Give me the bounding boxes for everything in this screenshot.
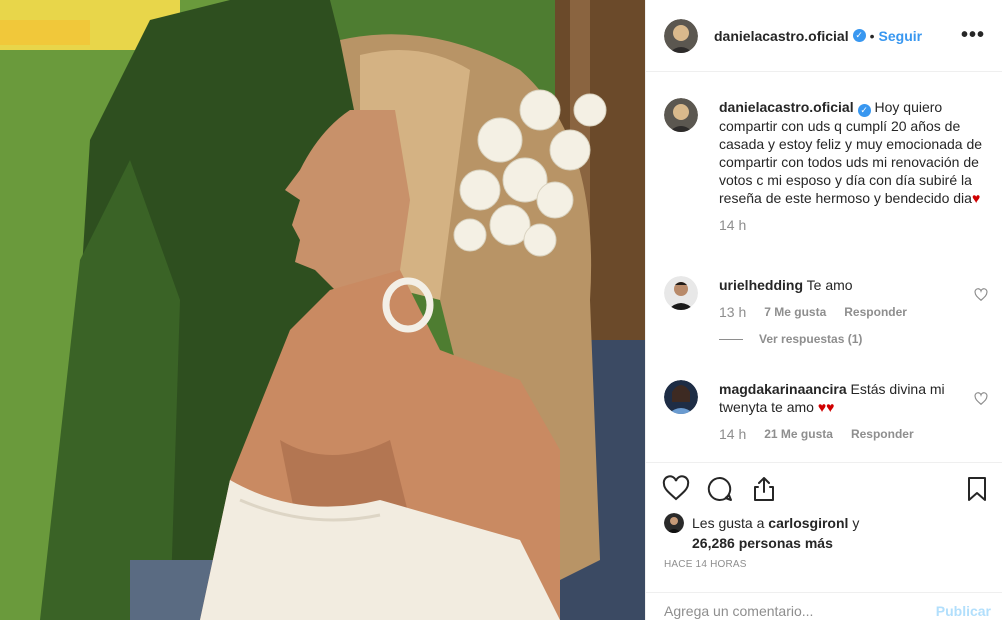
liker-username[interactable]: carlosgironl [768, 515, 848, 531]
comment-likes[interactable]: 7 Me gusta [764, 305, 826, 319]
caption-username[interactable]: danielacastro.oficial [719, 99, 854, 115]
follow-button[interactable]: Seguir [879, 28, 923, 44]
caption-meta: 14 h [719, 217, 994, 233]
comment-body: Te amo [806, 277, 853, 293]
verified-icon: ✓ [852, 29, 866, 42]
add-comment-bar: Agrega un comentario... Publicar [646, 592, 1002, 620]
heart-icon[interactable] [974, 392, 988, 406]
comments-list[interactable]: danielacastro.oficial ✓ Hoy quiero compar… [646, 72, 1002, 462]
comment-icon[interactable] [706, 475, 734, 503]
likes-count[interactable]: 26,286 personas más [692, 535, 833, 551]
caption-text: danielacastro.oficial ✓ Hoy quiero compar… [719, 98, 994, 207]
comment-likes[interactable]: 21 Me gusta [764, 427, 833, 441]
comment-text: urielhedding Te amo [719, 276, 994, 294]
commenter-avatar[interactable] [664, 380, 698, 414]
author-avatar[interactable] [664, 98, 698, 132]
caption-body: Hoy quiero compartir con uds q cumplí 20… [719, 99, 983, 206]
likes-joiner: y [852, 515, 860, 531]
caption-time[interactable]: 14 h [719, 217, 746, 233]
post-image [0, 0, 645, 620]
likes-prefix: Les gusta a [692, 515, 765, 531]
post-timestamp[interactable]: HACE 14 HORAS [664, 559, 747, 570]
share-icon[interactable] [750, 475, 778, 503]
action-icons [662, 475, 778, 503]
post-actions: Les gusta a carlosgironl y 26,286 person… [646, 462, 1002, 592]
author-avatar[interactable] [664, 18, 698, 53]
comment-text: magdakarinaancira Estás divina mi twenyt… [719, 380, 994, 416]
comment-meta: 13 h 7 Me gusta Responder [719, 304, 994, 320]
post-photo[interactable] [0, 0, 645, 620]
reply-button[interactable]: Responder [844, 305, 907, 319]
list-item: urielhedding Te amo 13 h 7 Me gusta Resp… [664, 276, 994, 346]
comment-username[interactable]: magdakarinaancira [719, 381, 847, 397]
caption: danielacastro.oficial ✓ Hoy quiero compar… [664, 98, 994, 233]
comment-username[interactable]: urielhedding [719, 277, 803, 293]
heart-icon[interactable] [974, 288, 988, 302]
view-replies-label: Ver respuestas (1) [759, 332, 863, 346]
divider [719, 338, 743, 340]
author-username[interactable]: danielacastro.oficial [714, 28, 849, 44]
reply-button[interactable]: Responder [851, 427, 914, 441]
more-icon[interactable]: ••• [961, 24, 985, 47]
post-side-panel: danielacastro.oficial ✓ • Seguir ••• dan… [645, 0, 1002, 620]
verified-icon: ✓ [857, 104, 871, 117]
comment-meta: 14 h 21 Me gusta Responder [719, 426, 994, 442]
post-header: danielacastro.oficial ✓ • Seguir ••• [646, 0, 1002, 72]
publish-button[interactable]: Publicar [936, 603, 991, 619]
heart-emoji: ♥♥ [817, 399, 835, 415]
commenter-avatar[interactable] [664, 276, 698, 310]
heart-icon[interactable] [662, 475, 690, 503]
heart-emoji: ♥ [971, 190, 981, 206]
likes-summary[interactable]: Les gusta a carlosgironl y 26,286 person… [664, 513, 984, 553]
separator-dot: • [869, 27, 875, 44]
list-item: magdakarinaancira Estás divina mi twenyt… [664, 380, 994, 442]
comment-time[interactable]: 13 h [719, 304, 746, 320]
comment-input[interactable]: Agrega un comentario... [664, 603, 813, 619]
comment-time[interactable]: 14 h [719, 426, 746, 442]
view-replies[interactable]: Ver respuestas (1) [719, 332, 994, 346]
bookmark-icon[interactable] [963, 475, 991, 503]
liker-avatar[interactable] [664, 513, 684, 533]
